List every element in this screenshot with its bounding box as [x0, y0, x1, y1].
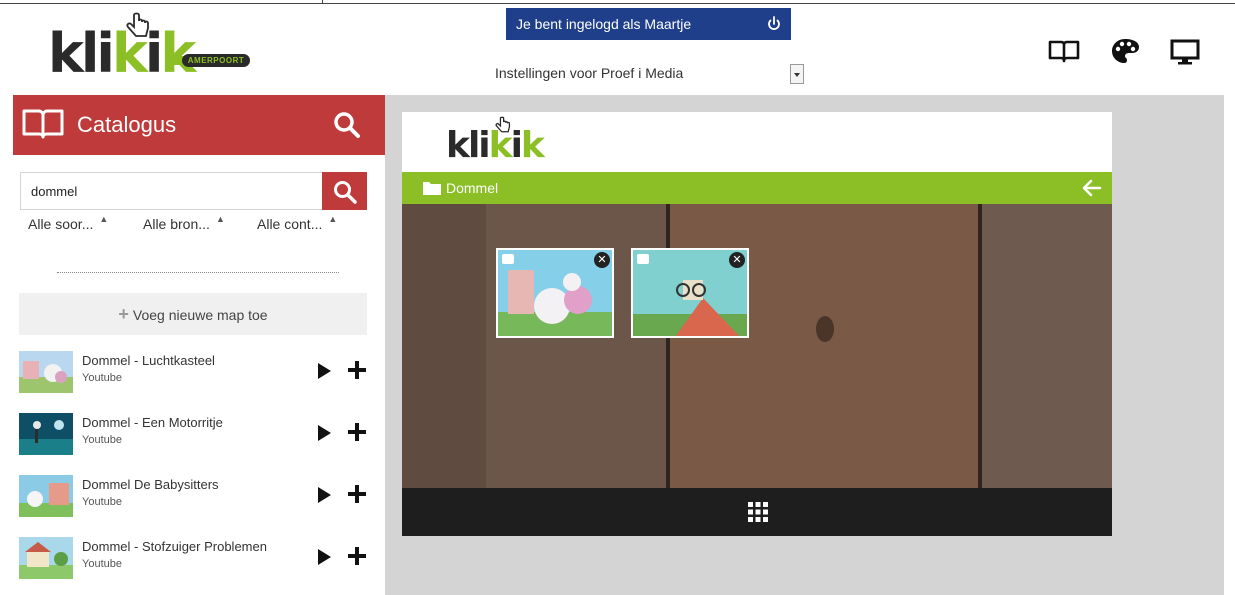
wood-plank — [670, 204, 978, 488]
search-icon[interactable] — [331, 109, 363, 141]
tile-checkbox[interactable] — [502, 254, 514, 264]
close-icon[interactable]: ✕ — [729, 252, 745, 268]
video-thumbnail — [19, 537, 73, 579]
video-thumbnail — [19, 351, 73, 393]
tile-checkbox[interactable] — [637, 254, 649, 264]
list-item-title: Dommel - Luchtkasteel — [82, 353, 215, 368]
plus-icon[interactable] — [347, 484, 367, 504]
board-tile[interactable]: ✕ — [631, 248, 749, 338]
filter-content[interactable]: Alle cont... ▲ — [257, 214, 338, 235]
list-item[interactable]: Dommel De Babysitters Youtube — [19, 475, 369, 525]
list-item[interactable]: Dommel - Een Motorritje Youtube — [19, 413, 369, 463]
palette-icon[interactable] — [1108, 36, 1142, 66]
wood-plank — [982, 204, 1112, 488]
list-item[interactable]: Dommel - Stofzuiger Problemen Youtube — [19, 537, 369, 587]
book-icon — [22, 109, 64, 139]
grid-icon[interactable] — [748, 502, 768, 522]
caret-up-icon: ▲ — [328, 214, 338, 224]
wood-plank — [402, 204, 486, 488]
board-header: klikik — [402, 112, 1112, 172]
search-icon — [334, 181, 357, 204]
list-item-title: Dommel - Stofzuiger Problemen — [82, 539, 267, 554]
catalog-title: Catalogus — [77, 112, 177, 137]
header: klikik AMERPOORT Je bent ingelogd als Ma… — [0, 4, 1235, 94]
list-item-title: Dommel De Babysitters — [82, 477, 219, 492]
monitor-icon[interactable] — [1168, 36, 1202, 66]
filter-source[interactable]: Alle bron... ▲ — [143, 214, 225, 235]
wood-board: ✕ ✕ — [402, 204, 1112, 488]
login-text: Je bent ingelogd als Maartje — [516, 16, 692, 32]
play-icon[interactable] — [316, 485, 332, 505]
caret-up-icon: ▲ — [99, 214, 109, 224]
caret-up-icon: ▲ — [215, 214, 225, 224]
plus-icon[interactable] — [347, 546, 367, 566]
filter-type[interactable]: Alle soor... ▲ — [28, 214, 109, 235]
play-icon[interactable] — [316, 361, 332, 381]
list-item-source: Youtube — [82, 558, 122, 570]
list-item-title: Dommel - Een Motorritje — [82, 415, 223, 430]
book-icon[interactable] — [1047, 36, 1081, 66]
close-icon[interactable]: ✕ — [594, 252, 610, 268]
catalog-header: Catalogus — [13, 95, 385, 155]
pointer-hand-icon — [495, 116, 511, 133]
settings-dropdown[interactable] — [790, 64, 804, 84]
list-item-source: Youtube — [82, 496, 122, 508]
power-icon[interactable] — [765, 8, 783, 40]
settings-label: Instellingen voor Proef i Media — [495, 65, 684, 81]
folder-bar: Dommel — [402, 172, 1112, 204]
folder-label: Dommel — [446, 180, 499, 196]
plus-icon[interactable] — [347, 422, 367, 442]
list-item-source: Youtube — [82, 434, 122, 446]
catalog-search-button[interactable] — [322, 172, 367, 210]
play-icon[interactable] — [316, 423, 332, 443]
logo-word: klikik — [48, 22, 196, 85]
catalog-search-input[interactable] — [20, 172, 323, 210]
divider — [57, 272, 339, 273]
wood-knot — [816, 316, 834, 342]
play-icon[interactable] — [316, 547, 332, 567]
folder-icon — [423, 182, 441, 195]
login-status-bar: Je bent ingelogd als Maartje — [506, 8, 791, 40]
board-footer — [402, 488, 1112, 536]
list-item[interactable]: Dommel - Luchtkasteel Youtube — [19, 351, 369, 401]
pointer-hand-icon — [126, 12, 149, 37]
plus-icon: + — [118, 304, 129, 324]
wood-plank — [486, 204, 666, 488]
klikik-logo[interactable]: klikik AMERPOORT — [48, 12, 268, 88]
logo-badge: AMERPOORT — [182, 54, 250, 67]
list-item-source: Youtube — [82, 372, 122, 384]
video-thumbnail — [19, 475, 73, 517]
add-folder-button[interactable]: + Voeg nieuwe map toe — [19, 293, 367, 335]
arrow-left-icon[interactable] — [1082, 178, 1102, 198]
page-edge — [1224, 95, 1235, 595]
catalog-panel: Catalogus Alle soor...▲ Alle bron...▲ Al… — [13, 95, 385, 595]
board-tile[interactable]: ✕ — [496, 248, 614, 338]
plus-icon[interactable] — [347, 360, 367, 380]
video-thumbnail — [19, 413, 73, 455]
